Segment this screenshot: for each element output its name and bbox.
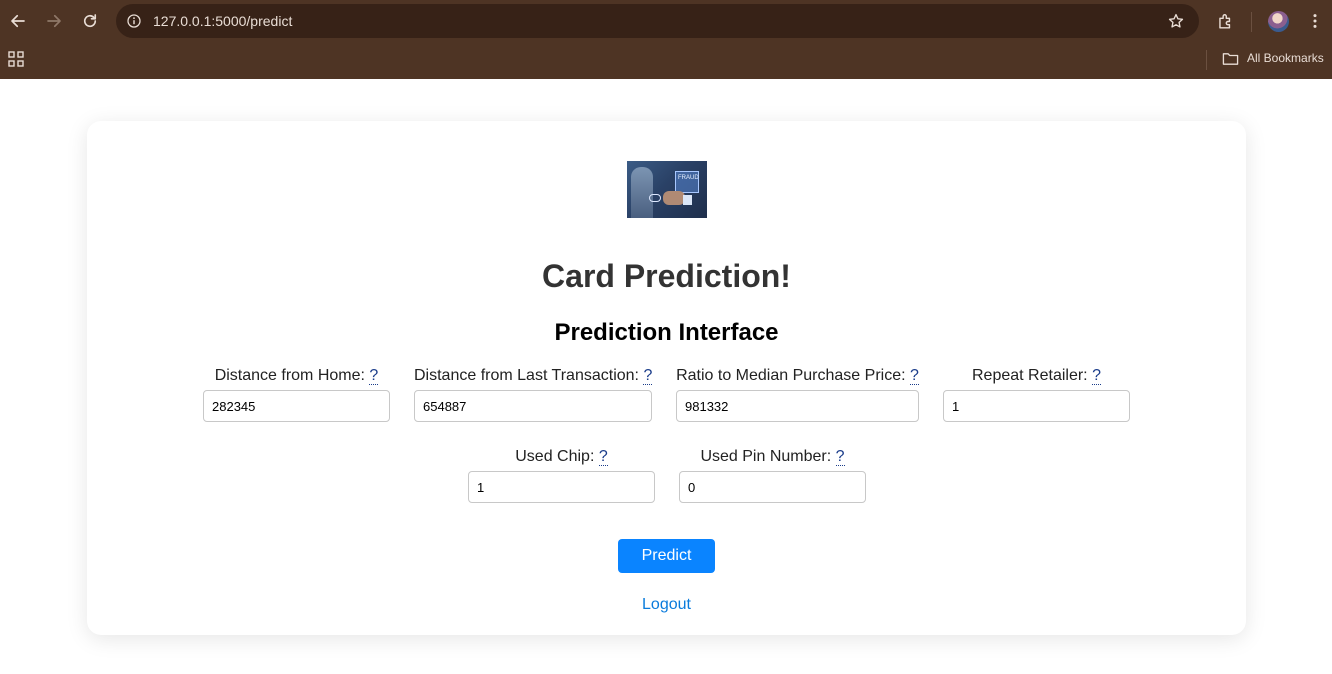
repeat-retailer-input[interactable] (943, 390, 1130, 422)
apps-grid-icon[interactable] (8, 51, 24, 67)
menu-dots-icon[interactable] (1305, 11, 1325, 31)
field-label: Ratio to Median Purchase Price: (676, 367, 906, 384)
profile-avatar[interactable] (1268, 11, 1289, 32)
help-tooltip[interactable]: ? (835, 448, 845, 466)
field-label: Distance from Last Transaction: (414, 367, 639, 384)
help-tooltip[interactable]: ? (910, 367, 919, 385)
prediction-card: FRAUD Card Prediction! Prediction Interf… (87, 121, 1246, 635)
field-label: Distance from Home: (214, 367, 365, 384)
extensions-icon[interactable] (1215, 11, 1235, 31)
used-chip-input[interactable] (468, 471, 655, 503)
logout-link[interactable]: Logout (87, 596, 1246, 614)
help-tooltip[interactable]: ? (598, 448, 608, 466)
help-tooltip[interactable]: ? (1092, 367, 1101, 385)
help-tooltip[interactable]: ? (369, 367, 379, 385)
page-subtitle: Prediction Interface (554, 319, 779, 346)
folder-icon[interactable] (1222, 50, 1239, 67)
distance-from-home-input[interactable] (203, 390, 390, 422)
forward-icon[interactable] (42, 9, 66, 33)
fraud-detection-image: FRAUD (627, 161, 707, 218)
reload-icon[interactable] (78, 9, 102, 33)
browser-chrome: 127.0.0.1:5000/predict All Bookmarks (0, 0, 1332, 79)
page-title: Card Prediction! (542, 258, 791, 294)
field-label: Repeat Retailer: (972, 367, 1088, 384)
used-pin-number-input[interactable] (679, 471, 866, 503)
field-label: Used Chip: (515, 448, 595, 465)
bookmark-star-icon[interactable] (1167, 12, 1185, 30)
help-tooltip[interactable]: ? (643, 367, 653, 385)
toolbar-divider (1251, 12, 1252, 32)
url-text[interactable]: 127.0.0.1:5000/predict (153, 13, 292, 29)
ratio-to-median-purchase-price-input[interactable] (676, 390, 919, 422)
back-icon[interactable] (6, 9, 30, 33)
field-label: Used Pin Number: (700, 448, 832, 465)
distance-from-last-transaction-input[interactable] (414, 390, 652, 422)
bookmarks-divider (1206, 50, 1207, 70)
all-bookmarks-label[interactable]: All Bookmarks (1247, 51, 1324, 65)
browser-toolbar: 127.0.0.1:5000/predict (0, 0, 1332, 42)
predict-button[interactable]: Predict (618, 539, 715, 573)
address-bar[interactable]: 127.0.0.1:5000/predict (116, 4, 1199, 38)
bookmarks-bar: All Bookmarks (0, 42, 1332, 79)
site-info-icon[interactable] (124, 11, 144, 31)
